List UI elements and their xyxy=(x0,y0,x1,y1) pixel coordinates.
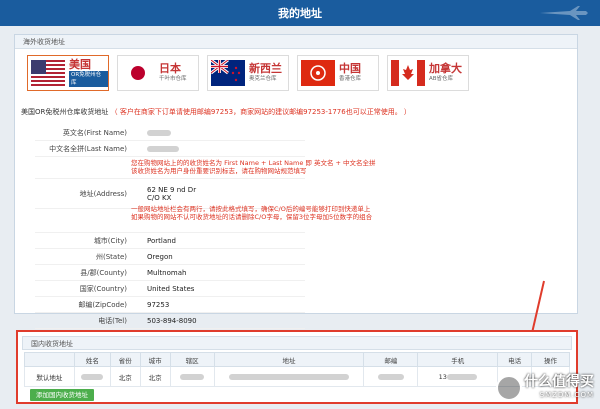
japan-flag-icon xyxy=(121,60,155,86)
first-name-row: 英文名(First Name) xyxy=(35,125,305,141)
country-label: 国家(Country) xyxy=(79,284,127,293)
table-row[interactable]: 默认地址 北京 北京 13 xyxy=(24,366,570,387)
name-format-note: 您在购物网站上的的收货姓名为 First Name + Last Name 即 … xyxy=(131,159,376,175)
address-line-2: C/O KX xyxy=(147,193,172,202)
nz-flag-icon xyxy=(211,60,245,86)
tab-canada-sub: AB省仓库 xyxy=(429,76,454,82)
name-note-line-1: 您在购物网站上的的收货姓名为 First Name + Last Name 即 … xyxy=(131,159,376,167)
tel-row: 电话(Tel) 503-894-8090 xyxy=(35,313,305,329)
col-blank xyxy=(24,352,75,367)
add-domestic-address-button[interactable]: 添加国内收货地址 xyxy=(30,389,94,401)
warehouse-address-table: 英文名(First Name) 中文名全拼(Last Name) 地址(Addr… xyxy=(35,125,305,329)
name-note-line-2: 该收货姓名为用户身份重要识别标志，请在购物网站规范填写 xyxy=(131,167,307,175)
tab-canada-name: 加拿大 xyxy=(429,62,462,75)
col-zipcode: 邮编 xyxy=(363,352,419,367)
overseas-address-panel: 海外收货地址 美国 OR免税州仓库 日本 千叶市仓库 新西兰 奥克兰仓库 中国 … xyxy=(14,34,578,329)
mobile-cell: 13 xyxy=(417,366,499,387)
first-name-label: 英文名(First Name) xyxy=(62,128,127,137)
address-note-line-2: 如果购物的网站不认可收货地址的话请删除C/O字母，保留3位字母加5位数字的组合 xyxy=(131,213,373,221)
county-label: 县/郡(County) xyxy=(80,268,127,277)
tab-china-sub: 香港仓库 xyxy=(339,76,362,82)
watermark-line-1: 什么值得买 xyxy=(524,374,594,390)
state-label: 州(State) xyxy=(96,252,127,261)
state-value[interactable]: Oregon xyxy=(135,253,173,261)
state-row: 州(State) Oregon xyxy=(35,249,305,265)
address-label: 地址(Address) xyxy=(79,189,127,198)
district-cell xyxy=(169,366,215,387)
warehouse-address-label: 美国OR免税州仓库收货地址 xyxy=(21,108,109,116)
table-header-row: 姓名 省份 城市 辖区 地址 邮编 手机 电话 操作 xyxy=(24,352,570,367)
page-header: 我的地址 xyxy=(0,0,600,26)
recipient-name xyxy=(73,366,111,387)
tab-usa-name: 美国 xyxy=(69,58,91,71)
zipcode-row: 邮编(ZipCode) 97253 xyxy=(35,297,305,313)
tab-china[interactable]: 中国 香港仓库 xyxy=(297,55,379,91)
col-mobile: 手机 xyxy=(417,352,499,367)
tab-usa-sub: OR免税州仓库 xyxy=(69,71,108,87)
col-province: 省份 xyxy=(109,352,141,367)
address-page: 海外收货地址 美国 OR免税州仓库 日本 千叶市仓库 新西兰 奥克兰仓库 中国 … xyxy=(14,34,586,406)
last-name-label: 中文名全拼(Last Name) xyxy=(49,144,127,153)
col-name: 姓名 xyxy=(73,352,111,367)
street-address-cell xyxy=(213,366,365,387)
tab-canada[interactable]: 加拿大 AB省仓库 xyxy=(387,55,469,91)
country-row: 国家(Country) United States xyxy=(35,281,305,297)
address-note-line-1: 一般网站地址栏会有两行，请按此格式填写，确保C/O后的编号能够打印到快递单上 xyxy=(131,205,371,213)
canada-flag-icon xyxy=(391,60,425,86)
col-address: 地址 xyxy=(213,352,365,367)
airplane-icon xyxy=(540,6,588,20)
tab-new-zealand[interactable]: 新西兰 奥克兰仓库 xyxy=(207,55,289,91)
tab-usa[interactable]: 美国 OR免税州仓库 xyxy=(27,55,109,91)
tab-japan-name: 日本 xyxy=(159,62,181,75)
watermark-logo-icon xyxy=(496,375,522,401)
country-value[interactable]: United States xyxy=(135,285,194,293)
hongkong-flag-icon xyxy=(301,60,335,86)
county-row: 县/郡(County) Multnomah xyxy=(35,265,305,281)
last-name-row: 中文名全拼(Last Name) xyxy=(35,141,305,157)
overseas-panel-title: 海外收货地址 xyxy=(15,35,577,49)
city-label: 城市(City) xyxy=(93,236,127,245)
zipcode-value[interactable]: 97253 xyxy=(135,301,169,309)
tel-label: 电话(Tel) xyxy=(98,316,127,325)
address-format-note: 一般网站地址栏会有两行，请按此格式填写，确保C/O后的编号能够打印到快递单上 如… xyxy=(131,205,372,221)
zipcode-label: 邮编(ZipCode) xyxy=(78,300,127,309)
tab-japan-sub: 千叶市仓库 xyxy=(159,76,187,82)
watermark-line-2: SMZDM.COM xyxy=(539,391,594,399)
col-district: 辖区 xyxy=(169,352,215,367)
domestic-panel-title: 国内收货地址 xyxy=(22,336,572,350)
address-line-1: 62 NE 9 nd Dr xyxy=(147,185,197,194)
tab-japan[interactable]: 日本 千叶市仓库 xyxy=(117,55,199,91)
address-value[interactable]: 62 NE 9 nd Dr C/O KX xyxy=(135,186,196,202)
last-name-value[interactable] xyxy=(135,145,179,153)
tab-china-name: 中国 xyxy=(339,62,361,75)
tab-new-zealand-sub: 奥克兰仓库 xyxy=(249,76,277,82)
warehouse-tabs: 美国 OR免税州仓库 日本 千叶市仓库 新西兰 奥克兰仓库 中国 香港仓库 加拿… xyxy=(27,55,469,93)
col-phone: 电话 xyxy=(497,352,533,367)
us-flag-icon xyxy=(31,60,65,86)
province-cell: 北京 xyxy=(109,366,141,387)
first-name-value[interactable] xyxy=(135,129,171,137)
domestic-address-panel: 国内收货地址 姓名 省份 城市 辖区 地址 邮编 手机 电话 操作 默认地址 北… xyxy=(16,330,578,404)
page-title: 我的地址 xyxy=(278,7,322,20)
warehouse-address-heading: 美国OR免税州仓库收货地址 （ 客户在商家下订单请使用邮编97253，商家网站的… xyxy=(21,107,411,117)
watermark: 什么值得买 SMZDM.COM xyxy=(524,371,594,399)
zipcode-warning: （ 客户在商家下订单请使用邮编97253，商家网站的建议邮编97253-1776… xyxy=(110,108,411,116)
col-city: 城市 xyxy=(139,352,171,367)
tel-value[interactable]: 503-894-8090 xyxy=(135,317,197,325)
city-cell: 北京 xyxy=(139,366,171,387)
county-value[interactable]: Multnomah xyxy=(135,269,186,277)
default-address-label: 默认地址 xyxy=(24,366,75,387)
city-value[interactable]: Portland xyxy=(135,237,176,245)
col-actions: 操作 xyxy=(531,352,570,367)
zipcode-cell xyxy=(363,366,419,387)
city-row: 城市(City) Portland xyxy=(35,233,305,249)
domestic-address-table: 姓名 省份 城市 辖区 地址 邮编 手机 电话 操作 默认地址 北京 北京 13 xyxy=(24,352,570,387)
tab-new-zealand-name: 新西兰 xyxy=(249,62,282,75)
mobile-prefix: 13 xyxy=(438,372,447,381)
